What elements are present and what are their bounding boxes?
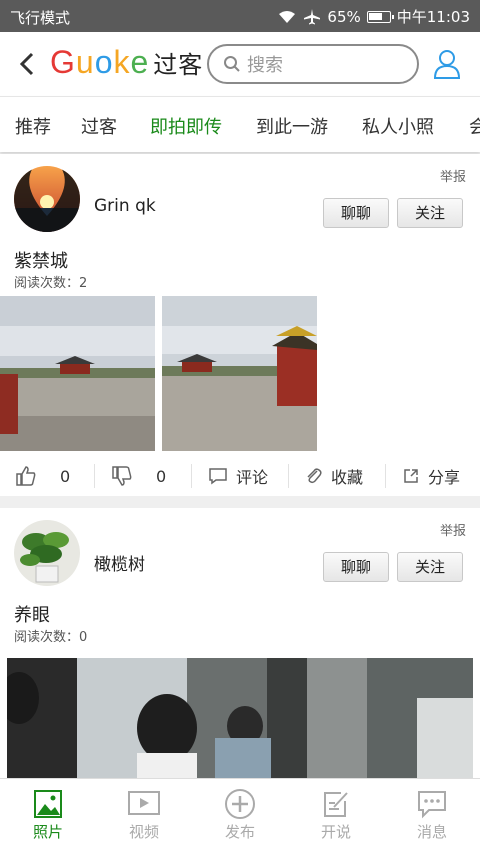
clock: 中午11:03 (396, 8, 470, 26)
like-count: 0 (60, 466, 71, 486)
search-input[interactable]: 搜索 (207, 44, 419, 84)
post-title: 养眼 (14, 605, 50, 626)
airplane-icon (304, 8, 321, 24)
nav-photos[interactable]: 照片 (0, 787, 96, 842)
nav-talk[interactable]: 开说 (288, 787, 384, 842)
nav-videos[interactable]: 视频 (96, 787, 192, 842)
status-bar: 飞行模式 65% 中午11:03 (0, 0, 480, 32)
follow-button[interactable]: 关注 (397, 552, 463, 582)
favorite-button[interactable]: 收藏 (305, 456, 363, 496)
battery-percent: 65% (327, 7, 361, 26)
app-header: Guoke 过客 搜索 (0, 32, 480, 96)
tab-private-photos[interactable]: 私人小照 (362, 113, 434, 139)
post-title: 紫禁城 (14, 251, 68, 272)
report-link[interactable]: 举报 (440, 166, 466, 185)
tab-travel[interactable]: 到此一游 (256, 113, 328, 139)
thumbs-down-icon (112, 466, 132, 486)
post-card: Grin qk 举报 聊聊 关注 紫禁城 阅读次数：2 0 0 评论 收藏 分享 (0, 154, 480, 496)
comment-button[interactable]: 评论 (208, 456, 268, 496)
dislike-count: 0 (156, 466, 167, 486)
thumbs-up-icon (16, 466, 36, 486)
avatar[interactable] (14, 520, 80, 586)
tab-instant-upload[interactable]: 即拍即传 (150, 113, 222, 139)
avatar[interactable] (14, 166, 80, 232)
category-tabs: 推荐 过客 即拍即传 到此一游 私人小照 会 (0, 96, 480, 152)
tab-more[interactable]: 会 (469, 113, 480, 139)
username[interactable]: 橄榄树 (94, 550, 145, 575)
chat-button[interactable]: 聊聊 (323, 198, 389, 228)
logo-letter: e (130, 44, 150, 80)
paperclip-icon (307, 468, 322, 484)
read-count: 阅读次数：0 (14, 630, 88, 645)
post-photo[interactable] (162, 296, 317, 451)
user-profile-icon[interactable] (432, 48, 462, 80)
like-button[interactable]: 0 (14, 456, 70, 496)
tab-guoke[interactable]: 过客 (81, 113, 117, 139)
video-icon (128, 791, 160, 815)
post-photo[interactable] (7, 658, 473, 778)
photo-icon (34, 790, 62, 818)
post-card: 橄榄树 举报 聊聊 关注 养眼 阅读次数：0 (0, 508, 480, 778)
logo-letter: u (75, 44, 95, 80)
airplane-mode-label: 飞行模式 (10, 9, 71, 27)
post-actions: 0 0 评论 收藏 分享 (0, 456, 480, 496)
share-icon (404, 469, 418, 483)
nav-publish[interactable]: 发布 (192, 787, 288, 842)
publish-icon (225, 789, 255, 819)
logo-letter: k (113, 44, 131, 80)
nav-messages[interactable]: 消息 (384, 787, 480, 842)
dislike-button[interactable]: 0 (110, 456, 166, 496)
logo-letter: o (94, 44, 114, 80)
share-button[interactable]: 分享 (402, 456, 460, 496)
logo-letter: G (50, 44, 76, 80)
app-logo: Guoke 过客 (50, 44, 204, 80)
message-icon (418, 791, 446, 819)
post-photo[interactable] (0, 296, 155, 451)
talk-icon (324, 792, 348, 817)
search-placeholder: 搜索 (247, 55, 283, 76)
comment-icon (209, 468, 227, 485)
report-link[interactable]: 举报 (440, 520, 466, 539)
username[interactable]: Grin qk (94, 196, 156, 216)
back-icon[interactable] (14, 46, 42, 82)
search-icon (224, 56, 240, 72)
tab-recommend[interactable]: 推荐 (15, 113, 51, 139)
follow-button[interactable]: 关注 (397, 198, 463, 228)
chat-button[interactable]: 聊聊 (323, 552, 389, 582)
bottom-navigation: 照片 视频 发布 开说 消息 (0, 778, 480, 853)
read-count: 阅读次数：2 (14, 276, 88, 291)
battery-icon (366, 10, 394, 23)
wifi-icon (279, 10, 296, 23)
